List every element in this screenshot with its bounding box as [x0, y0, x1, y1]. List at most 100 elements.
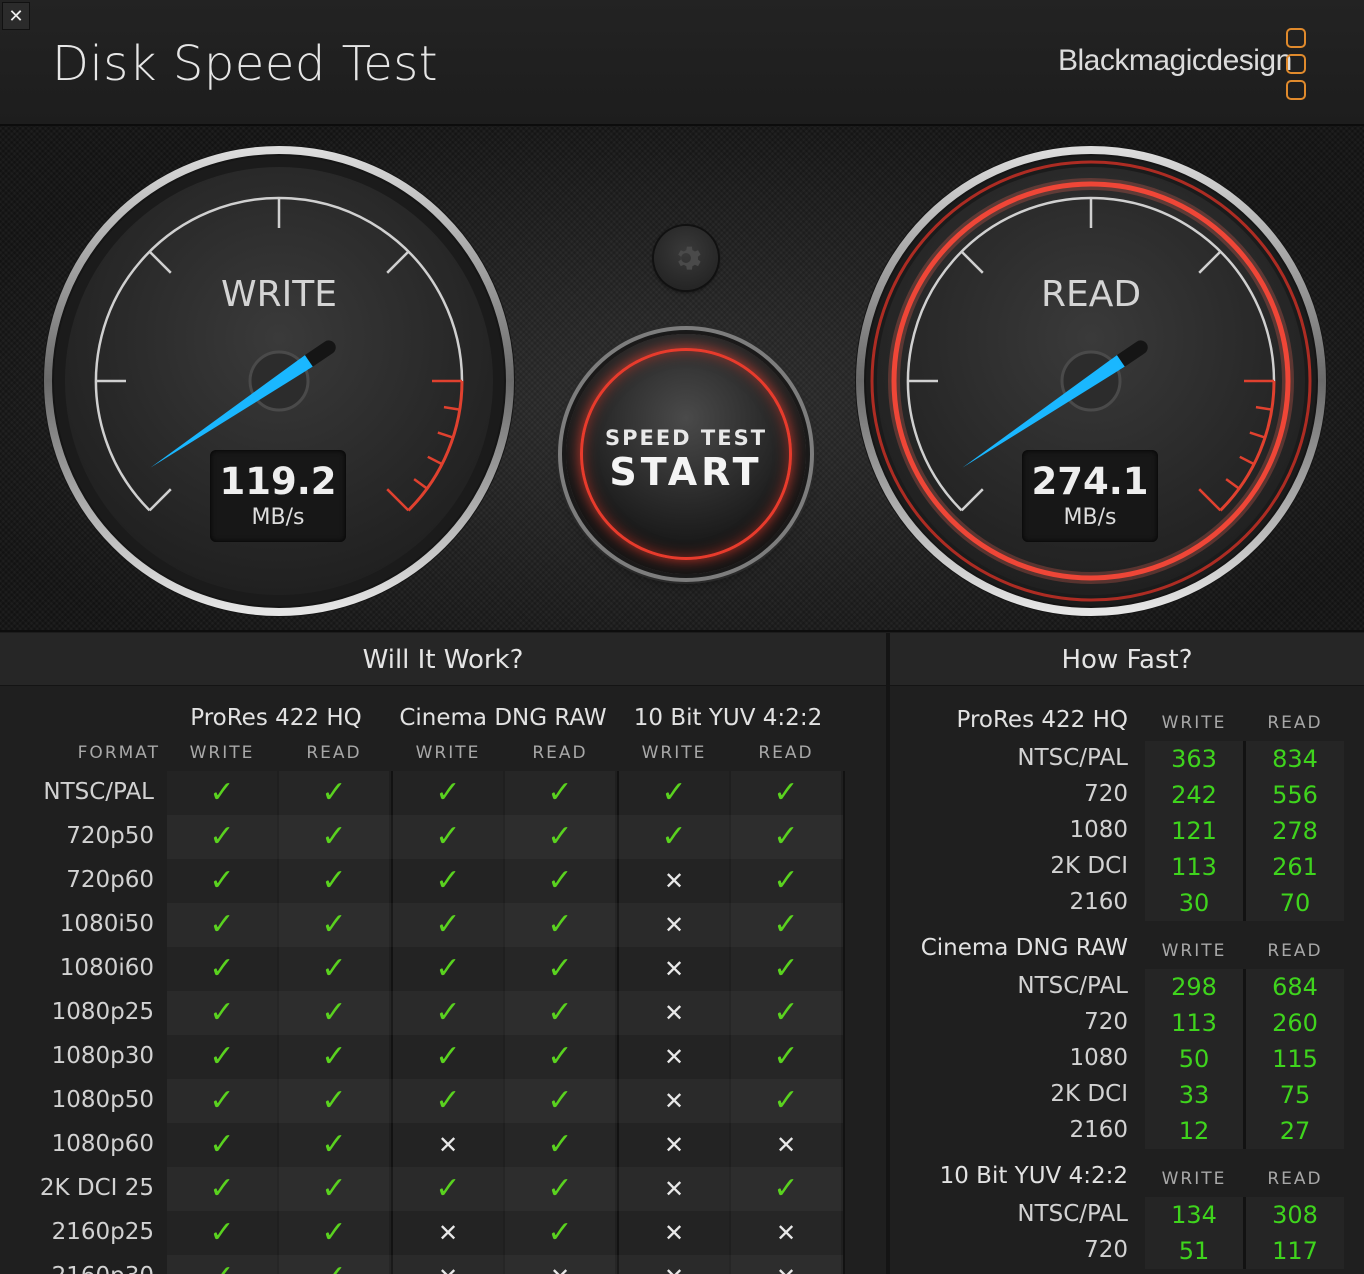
write-speed-cell: 242: [1171, 780, 1217, 809]
check-icon: ✓: [547, 863, 573, 898]
write-column-header: WRITE: [189, 743, 255, 763]
write-readout: 119.2 MB/s: [210, 450, 346, 542]
write-speed-cell: 51: [1178, 1236, 1210, 1265]
check-icon: ✓: [547, 995, 573, 1030]
read-gauge: READ 274.1 MB/s: [854, 144, 1328, 618]
gear-icon: [678, 246, 701, 270]
format-row-label: 1080i50: [59, 911, 154, 937]
check-icon: ✓: [209, 995, 235, 1030]
read-speed-cell: 117: [1272, 1236, 1318, 1265]
check-icon: ✓: [435, 1171, 461, 1206]
cross-icon: ✕: [775, 1130, 797, 1159]
format-column-header: FORMAT: [77, 743, 160, 763]
read-speed-unit: MB/s: [1063, 505, 1117, 530]
speed-group-header: Cinema DNG RAW: [920, 935, 1128, 961]
settings-button[interactable]: [654, 226, 718, 290]
cross-icon: ✕: [663, 1218, 685, 1247]
check-icon: ✓: [435, 775, 461, 810]
check-icon: ✓: [547, 951, 573, 986]
will-it-work-title: Will It Work?: [0, 633, 886, 686]
speed-test-start-button[interactable]: SPEED TEST START: [566, 334, 806, 574]
speed-format-label: NTSC/PAL: [1017, 973, 1128, 999]
format-group-header: ProRes 422 HQ: [190, 705, 362, 731]
check-icon: ✓: [773, 863, 799, 898]
write-speed-cell: 113: [1171, 1008, 1217, 1037]
check-icon: ✓: [547, 819, 573, 854]
cross-icon: ✕: [663, 954, 685, 983]
check-icon: ✓: [773, 1039, 799, 1074]
check-icon: ✓: [773, 819, 799, 854]
write-gauge-label: WRITE: [221, 274, 337, 315]
cross-icon: ✕: [663, 866, 685, 895]
write-speed-cell: 363: [1171, 744, 1217, 773]
cross-icon: ✕: [505, 1255, 615, 1274]
write-speed-value: 119.2: [219, 460, 337, 503]
check-icon: ✓: [321, 775, 347, 810]
read-speed-cell: 115: [1272, 1044, 1318, 1073]
how-fast-title: How Fast?: [890, 633, 1364, 686]
check-icon: ✓: [773, 907, 799, 942]
check-icon: ✓: [547, 1083, 573, 1118]
speed-format-label: 1080: [1069, 817, 1128, 843]
brand-name: Blackmagicdesign: [1058, 44, 1292, 77]
cross-icon: ✕: [663, 1086, 685, 1115]
format-row-label: 1080p25: [51, 999, 154, 1025]
how-fast-panel: How Fast? ProRes 422 HQ WRITE READ NTSC/PAL…: [890, 633, 1364, 1274]
check-icon: ✓: [435, 995, 461, 1030]
check-icon: ✓: [209, 775, 235, 810]
format-row-label: 2160p25: [51, 1219, 154, 1245]
start-button-label: START: [609, 450, 763, 494]
write-speed-cell: 33: [1178, 1080, 1210, 1109]
check-icon: ✓: [209, 907, 235, 942]
write-speed-cell: 298: [1171, 972, 1217, 1001]
check-icon: ✓: [547, 1171, 573, 1206]
speed-group-header: 10 Bit YUV 4:2:2: [939, 1163, 1128, 1189]
cross-icon: ✕: [663, 1042, 685, 1071]
write-column-header: WRITE: [415, 743, 481, 763]
read-column-header: READ: [758, 743, 814, 763]
speed-format-label: NTSC/PAL: [1017, 1201, 1128, 1227]
cross-icon: ✕: [663, 998, 685, 1027]
cross-icon: ✕: [775, 1218, 797, 1247]
check-icon: ✓: [321, 907, 347, 942]
check-icon: ✓: [773, 775, 799, 810]
read-gauge-dial: [855, 145, 1327, 617]
check-icon: ✓: [209, 951, 235, 986]
read-speed-cell: 684: [1272, 972, 1318, 1001]
check-icon: ✓: [321, 819, 347, 854]
header: Disk Speed Test Blackmagicdesign: [0, 0, 1364, 126]
check-icon: ✓: [209, 1127, 235, 1162]
read-speed-cell: 260: [1272, 1008, 1318, 1037]
format-row-label: 1080i60: [59, 955, 154, 981]
check-icon: ✓: [661, 819, 687, 854]
cross-icon: ✕: [437, 1218, 459, 1247]
check-icon: ✓: [209, 1171, 235, 1206]
write-speed-cell: 30: [1178, 888, 1210, 917]
check-icon: ✓: [435, 907, 461, 942]
write-speed-cell: 121: [1171, 816, 1217, 845]
read-speed-cell: 834: [1272, 744, 1318, 773]
check-icon: ✓: [209, 819, 235, 854]
check-icon: ✓: [547, 1215, 573, 1250]
cross-icon: ✕: [619, 1255, 729, 1274]
format-row-label: 1080p30: [51, 1043, 154, 1069]
format-row-label: 1080p50: [51, 1087, 154, 1113]
cross-icon: ✕: [731, 1255, 841, 1274]
write-gauge: WRITE 119.2 MB/s: [42, 144, 516, 618]
close-button[interactable]: ✕: [2, 2, 30, 30]
check-icon: ✓: [167, 1255, 277, 1274]
check-icon: ✓: [321, 1039, 347, 1074]
read-readout: 274.1 MB/s: [1022, 450, 1158, 542]
format-group-header: Cinema DNG RAW: [399, 705, 607, 731]
will-it-work-panel: Will It Work? ProRes 422 HQ WRITE READ Cine…: [0, 633, 886, 1274]
speed-format-label: 2160: [1069, 1117, 1128, 1143]
speed-format-label: 720: [1084, 1009, 1128, 1035]
check-icon: ✓: [435, 1039, 461, 1074]
check-icon: ✓: [209, 1083, 235, 1118]
write-column-header: WRITE: [641, 743, 707, 763]
speed-format-label: 720: [1084, 1237, 1128, 1263]
write-column-header: WRITE: [1161, 941, 1227, 961]
column-divider: [843, 771, 845, 1274]
speed-format-label: 1080: [1069, 1045, 1128, 1071]
check-icon: ✓: [773, 1171, 799, 1206]
